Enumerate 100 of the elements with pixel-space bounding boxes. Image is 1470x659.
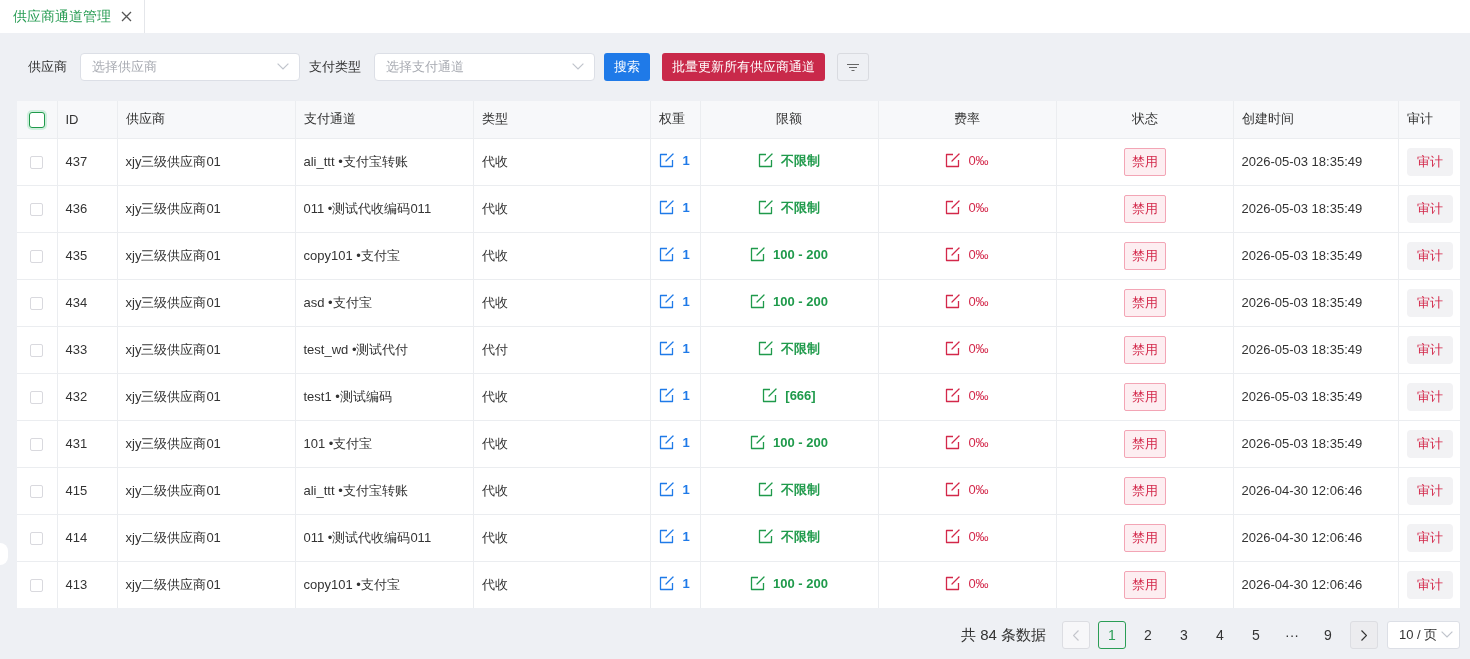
audit-button[interactable]: 审计 bbox=[1406, 570, 1453, 599]
edit-icon[interactable] bbox=[758, 200, 773, 216]
filter-icon bbox=[847, 63, 859, 71]
created-time-cell: 2026-04-30 12:06:46 bbox=[1241, 483, 1363, 498]
channel-cell: copy101 •支付宝 bbox=[303, 576, 400, 592]
edit-icon[interactable] bbox=[658, 481, 674, 497]
edit-icon[interactable] bbox=[658, 434, 674, 450]
type-cell: 代收 bbox=[481, 200, 508, 216]
weight-value: 1 bbox=[682, 528, 690, 544]
limit-value: 不限制 bbox=[781, 527, 820, 546]
column-header: 权重 bbox=[658, 111, 685, 127]
page-button[interactable]: 2 bbox=[1134, 621, 1162, 649]
edit-icon[interactable] bbox=[945, 246, 961, 262]
page-button[interactable]: 4 bbox=[1206, 621, 1234, 649]
type-cell: 代收 bbox=[481, 388, 508, 404]
limit-value: 不限制 bbox=[781, 480, 820, 499]
page-button[interactable]: ··· bbox=[1278, 621, 1306, 649]
row-checkbox[interactable] bbox=[30, 391, 44, 405]
edit-icon[interactable] bbox=[658, 293, 674, 309]
row-checkbox[interactable] bbox=[30, 203, 44, 217]
created-time-cell: 2026-05-03 18:35:49 bbox=[1241, 295, 1363, 310]
close-icon[interactable] bbox=[121, 11, 132, 22]
edit-icon[interactable] bbox=[945, 387, 961, 403]
edit-icon[interactable] bbox=[658, 152, 674, 168]
next-page-button[interactable] bbox=[1350, 621, 1378, 649]
chevron-down-icon bbox=[1441, 631, 1453, 639]
edit-icon[interactable] bbox=[945, 575, 961, 591]
type-cell: 代收 bbox=[481, 529, 508, 545]
edit-icon[interactable] bbox=[658, 528, 674, 544]
edit-icon[interactable] bbox=[750, 575, 766, 591]
audit-button[interactable]: 审计 bbox=[1406, 194, 1453, 223]
weight-value: 1 bbox=[682, 434, 690, 450]
row-checkbox[interactable] bbox=[30, 250, 44, 264]
filter-label: 供应商 bbox=[28, 58, 67, 76]
edit-icon[interactable] bbox=[762, 387, 778, 403]
rate-value: 0‰ bbox=[968, 199, 989, 215]
edit-icon[interactable] bbox=[658, 246, 674, 262]
edit-icon[interactable] bbox=[945, 434, 961, 450]
row-checkbox[interactable] bbox=[30, 297, 44, 311]
edit-icon[interactable] bbox=[750, 434, 766, 450]
audit-button[interactable]: 审计 bbox=[1406, 288, 1453, 317]
edit-icon[interactable] bbox=[750, 246, 766, 262]
edit-icon[interactable] bbox=[658, 575, 674, 591]
type-cell: 代收 bbox=[481, 576, 508, 592]
id-cell: 413 bbox=[65, 577, 88, 593]
channel-cell: ali_ttt •支付宝转账 bbox=[303, 482, 408, 498]
search-button[interactable]: 搜索 bbox=[604, 53, 650, 81]
edit-icon[interactable] bbox=[658, 340, 674, 356]
edit-icon[interactable] bbox=[945, 199, 961, 215]
audit-button[interactable]: 审计 bbox=[1406, 429, 1453, 458]
edit-icon[interactable] bbox=[658, 199, 674, 215]
row-checkbox[interactable] bbox=[30, 344, 44, 358]
edit-icon[interactable] bbox=[945, 152, 961, 168]
edit-icon[interactable] bbox=[758, 529, 773, 545]
edit-icon[interactable] bbox=[945, 293, 961, 309]
filter-button[interactable] bbox=[837, 53, 869, 81]
page-button[interactable]: 1 bbox=[1098, 621, 1126, 649]
page-button[interactable]: 5 bbox=[1242, 621, 1270, 649]
created-time-cell: 2026-05-03 18:35:49 bbox=[1241, 154, 1363, 169]
channel-cell: ali_ttt •支付宝转账 bbox=[303, 153, 408, 169]
audit-button[interactable]: 审计 bbox=[1406, 523, 1453, 552]
weight-value: 1 bbox=[682, 340, 690, 356]
supplier-cell: xjy二级供应商01 bbox=[125, 576, 221, 592]
select-all-checkbox[interactable] bbox=[28, 111, 45, 128]
audit-button[interactable]: 审计 bbox=[1406, 147, 1453, 176]
edit-icon[interactable] bbox=[758, 482, 773, 498]
page-size-select[interactable]: 10 / 页 bbox=[1387, 621, 1460, 649]
row-checkbox[interactable] bbox=[30, 579, 44, 593]
row-checkbox[interactable] bbox=[30, 532, 44, 546]
type-cell: 代收 bbox=[481, 153, 508, 169]
created-time-cell: 2026-04-30 12:06:46 bbox=[1241, 577, 1363, 593]
batch-update-button[interactable]: 批量更新所有供应商通道 bbox=[662, 53, 825, 81]
row-checkbox[interactable] bbox=[30, 438, 44, 452]
page-button[interactable]: 3 bbox=[1170, 621, 1198, 649]
page-button[interactable]: 9 bbox=[1314, 621, 1342, 649]
column-header: 状态 bbox=[1131, 111, 1158, 127]
supplier-cell: xjy三级供应商01 bbox=[125, 247, 221, 263]
audit-button[interactable]: 审计 bbox=[1406, 382, 1453, 411]
supplier-cell: xjy三级供应商01 bbox=[125, 435, 221, 451]
supplier-cell: xjy三级供应商01 bbox=[125, 153, 221, 169]
column-header: 费率 bbox=[954, 111, 980, 127]
edit-icon[interactable] bbox=[750, 293, 766, 309]
audit-button[interactable]: 审计 bbox=[1406, 335, 1453, 364]
audit-button[interactable]: 审计 bbox=[1406, 476, 1453, 505]
edit-icon[interactable] bbox=[658, 387, 674, 403]
audit-button[interactable]: 审计 bbox=[1406, 241, 1453, 270]
edit-icon[interactable] bbox=[945, 528, 961, 544]
channel-cell: copy101 •支付宝 bbox=[303, 247, 400, 263]
status-tag: 禁用 bbox=[1123, 429, 1166, 458]
id-cell: 436 bbox=[65, 201, 88, 216]
weight-value: 1 bbox=[682, 152, 690, 168]
select-field[interactable]: 选择供应商 bbox=[80, 53, 300, 81]
row-checkbox[interactable] bbox=[30, 156, 44, 170]
select-field[interactable]: 选择支付通道 bbox=[374, 53, 595, 81]
row-checkbox[interactable] bbox=[30, 485, 44, 499]
edit-icon[interactable] bbox=[945, 340, 961, 356]
edit-icon[interactable] bbox=[945, 481, 961, 497]
edit-icon[interactable] bbox=[758, 153, 773, 169]
id-cell: 433 bbox=[65, 342, 88, 357]
edit-icon[interactable] bbox=[758, 341, 773, 357]
